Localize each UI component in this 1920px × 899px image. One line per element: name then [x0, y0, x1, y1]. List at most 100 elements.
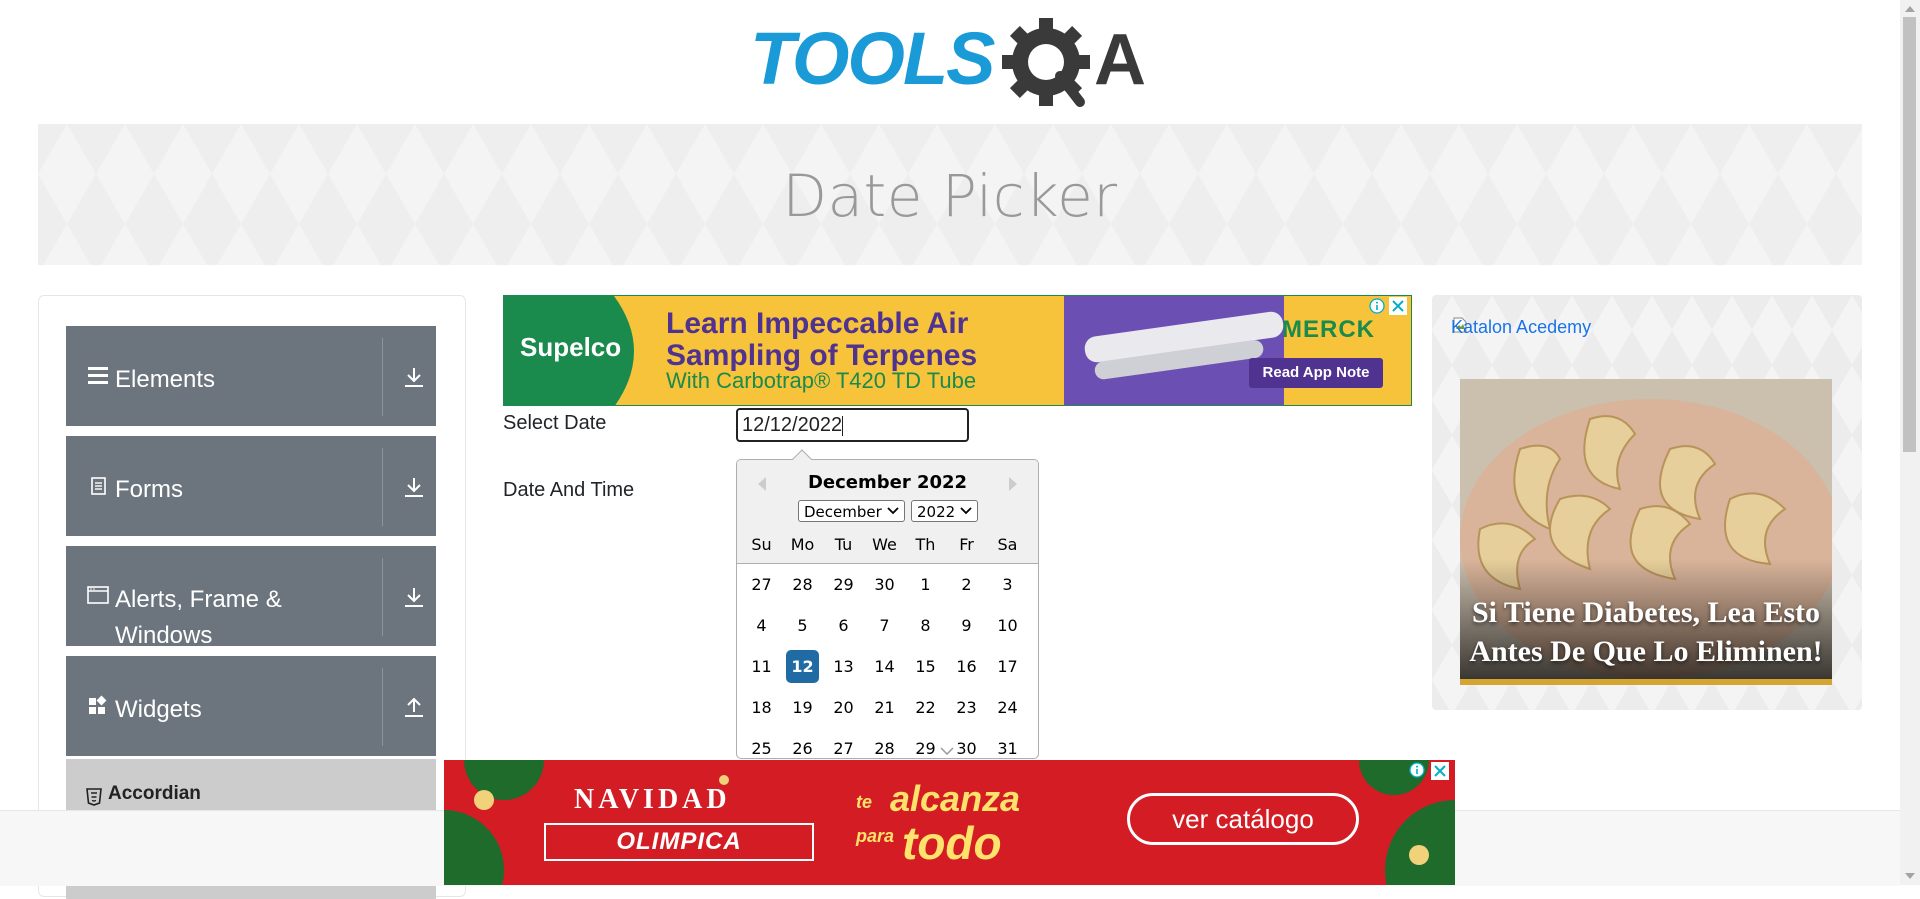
sidebar-group-label: Alerts, Frame & Windows — [115, 586, 282, 649]
top-ad-banner[interactable]: Supelco Learn Impeccable Air Sampling of… — [503, 295, 1412, 406]
calendar-day[interactable]: 27 — [827, 732, 860, 758]
calendar-day[interactable]: 29 — [909, 732, 942, 758]
calendar-day[interactable]: 5 — [786, 609, 819, 642]
select-date-input[interactable]: 12/12/2022 — [736, 408, 969, 442]
document-icon — [91, 477, 106, 495]
month-select-value: December — [804, 503, 882, 521]
calendar-day[interactable]: 20 — [827, 691, 860, 724]
sidebar-group-widgets[interactable]: Widgets — [66, 656, 436, 756]
calendar-day[interactable]: 24 — [991, 691, 1024, 724]
year-select[interactable]: 2022 — [911, 500, 978, 522]
calendar-day[interactable]: 23 — [950, 691, 983, 724]
chevron-down-icon — [960, 507, 972, 515]
calendar-day[interactable]: 21 — [868, 691, 901, 724]
scroll-down-icon[interactable] — [1905, 873, 1915, 881]
calendar-day[interactable]: 28 — [868, 732, 901, 758]
calendar-day[interactable]: 15 — [909, 650, 942, 683]
ad-close-icon[interactable] — [1431, 762, 1449, 780]
calendar-day[interactable]: 25 — [745, 732, 778, 758]
divider — [382, 448, 383, 526]
ad-subline: With Carbotrap® T420 TD Tube — [666, 368, 977, 393]
ad-image[interactable]: Si Tiene Diabetes, Lea Esto Antes De Que… — [1460, 379, 1832, 685]
scroll-up-icon[interactable] — [1905, 4, 1915, 12]
calendar-day[interactable]: 10 — [991, 609, 1024, 642]
ad-catalog-button[interactable]: ver catálogo — [1127, 793, 1359, 845]
sidebar-group-alerts-frame-windows[interactable]: Alerts, Frame & Windows — [66, 546, 436, 649]
calendar-day[interactable]: 17 — [991, 650, 1024, 683]
date-time-label: Date And Time — [503, 479, 635, 501]
datepicker-current-month: December 2022 — [807, 472, 968, 493]
page-banner: Date Picker — [38, 124, 1862, 265]
page-scrollbar[interactable] — [1900, 0, 1920, 885]
ad-product-image — [1064, 296, 1284, 405]
calendar-day[interactable]: 6 — [827, 609, 860, 642]
calendar-day[interactable]: 30 — [868, 568, 901, 601]
month-select[interactable]: December — [798, 500, 905, 522]
calendar-day[interactable]: 2 — [950, 568, 983, 601]
chevron-down-icon — [940, 747, 954, 755]
ad-info-icon[interactable] — [1369, 298, 1385, 314]
day-name: Tu — [834, 535, 853, 554]
sidebar-group-forms[interactable]: Forms — [66, 436, 436, 536]
calendar-day[interactable]: 30 — [950, 732, 983, 758]
download-arrow-icon[interactable] — [403, 476, 425, 498]
sidebar-group-elements[interactable]: Elements — [66, 326, 436, 426]
ad-slogan-alcanza: alcanza — [890, 778, 1021, 819]
calendar-day[interactable]: 27 — [745, 568, 778, 601]
calendar-day[interactable]: 26 — [786, 732, 819, 758]
bottom-ad-banner[interactable]: NAVIDAD OLIMPICA te alcanza para todo ve… — [444, 760, 1455, 885]
gear-icon — [1002, 18, 1090, 107]
calendar-day[interactable]: 1 — [909, 568, 942, 601]
download-arrow-icon[interactable] — [403, 586, 425, 608]
window-icon — [87, 586, 109, 604]
calendar-day[interactable]: 18 — [745, 691, 778, 724]
calendar-day[interactable]: 11 — [745, 650, 778, 683]
calendar-day[interactable]: 3 — [991, 568, 1024, 601]
next-month-icon[interactable] — [1006, 474, 1020, 494]
katalon-academy-link[interactable]: Katalon Acedemy — [1451, 317, 1591, 338]
ad-slogan-te: te — [856, 792, 873, 812]
calendar-day[interactable]: 31 — [991, 732, 1024, 758]
ad-olimpica-logo: OLIMPICA — [544, 823, 814, 861]
calendar-day[interactable]: 19 — [786, 691, 819, 724]
divider — [382, 668, 383, 746]
sidebar-group-label: Widgets — [115, 696, 202, 723]
calendar-day[interactable]: 28 — [786, 568, 819, 601]
year-select-value: 2022 — [917, 503, 956, 521]
ad-brand-left: Supelco — [520, 332, 622, 362]
sidebar-item-label: Accordian — [108, 783, 201, 804]
calendar-day-selected[interactable]: 12 — [786, 650, 819, 683]
text-cursor — [842, 415, 844, 436]
calendar-day[interactable]: 22 — [909, 691, 942, 724]
calendar-day[interactable]: 16 — [950, 650, 983, 683]
day-name: Su — [751, 535, 772, 554]
calendar-day[interactable]: 13 — [827, 650, 860, 683]
calendar-day[interactable]: 29 — [827, 568, 860, 601]
sidebar: Elements Forms Alerts, Frame & Windows W… — [38, 295, 466, 899]
menu-icon — [88, 367, 108, 384]
calendar-day[interactable]: 7 — [868, 609, 901, 642]
right-ad[interactable]: Katalon Acedemy Si Tiene Diabetes, Lea E… — [1432, 295, 1862, 710]
datepicker-popup: December 2022 December 2022 Su Mo Tu We Th Fr… — [736, 459, 1039, 759]
day-name: Mo — [790, 535, 815, 554]
calendar-day[interactable]: 14 — [868, 650, 901, 683]
chevron-down-icon — [887, 507, 899, 515]
divider — [382, 338, 383, 416]
ad-headline: Learn Impeccable Air Sampling of Terpene… — [666, 307, 978, 372]
sidebar-group-label: Elements — [115, 366, 216, 393]
scrollbar-thumb[interactable] — [1903, 17, 1916, 452]
logo-graphic: TOOLS A — [750, 17, 1146, 107]
ad-close-icon[interactable] — [1389, 297, 1407, 315]
ad-cta-button[interactable]: Read App Note — [1249, 358, 1383, 388]
calendar-day[interactable]: 9 — [950, 609, 983, 642]
calendar-day[interactable]: 4 — [745, 609, 778, 642]
calendar-day[interactable]: 8 — [909, 609, 942, 642]
toolsqa-logo[interactable]: TOOLS A — [750, 17, 1152, 114]
select-date-label: Select Date — [503, 412, 607, 434]
download-arrow-icon[interactable] — [403, 366, 425, 388]
ad-brand-right: MERCK — [1282, 316, 1375, 343]
ad-info-icon[interactable] — [1409, 762, 1425, 778]
upload-arrow-icon[interactable] — [403, 696, 425, 718]
ad-slogan-para: para — [856, 826, 895, 846]
ad-accent-bar — [1460, 679, 1832, 685]
